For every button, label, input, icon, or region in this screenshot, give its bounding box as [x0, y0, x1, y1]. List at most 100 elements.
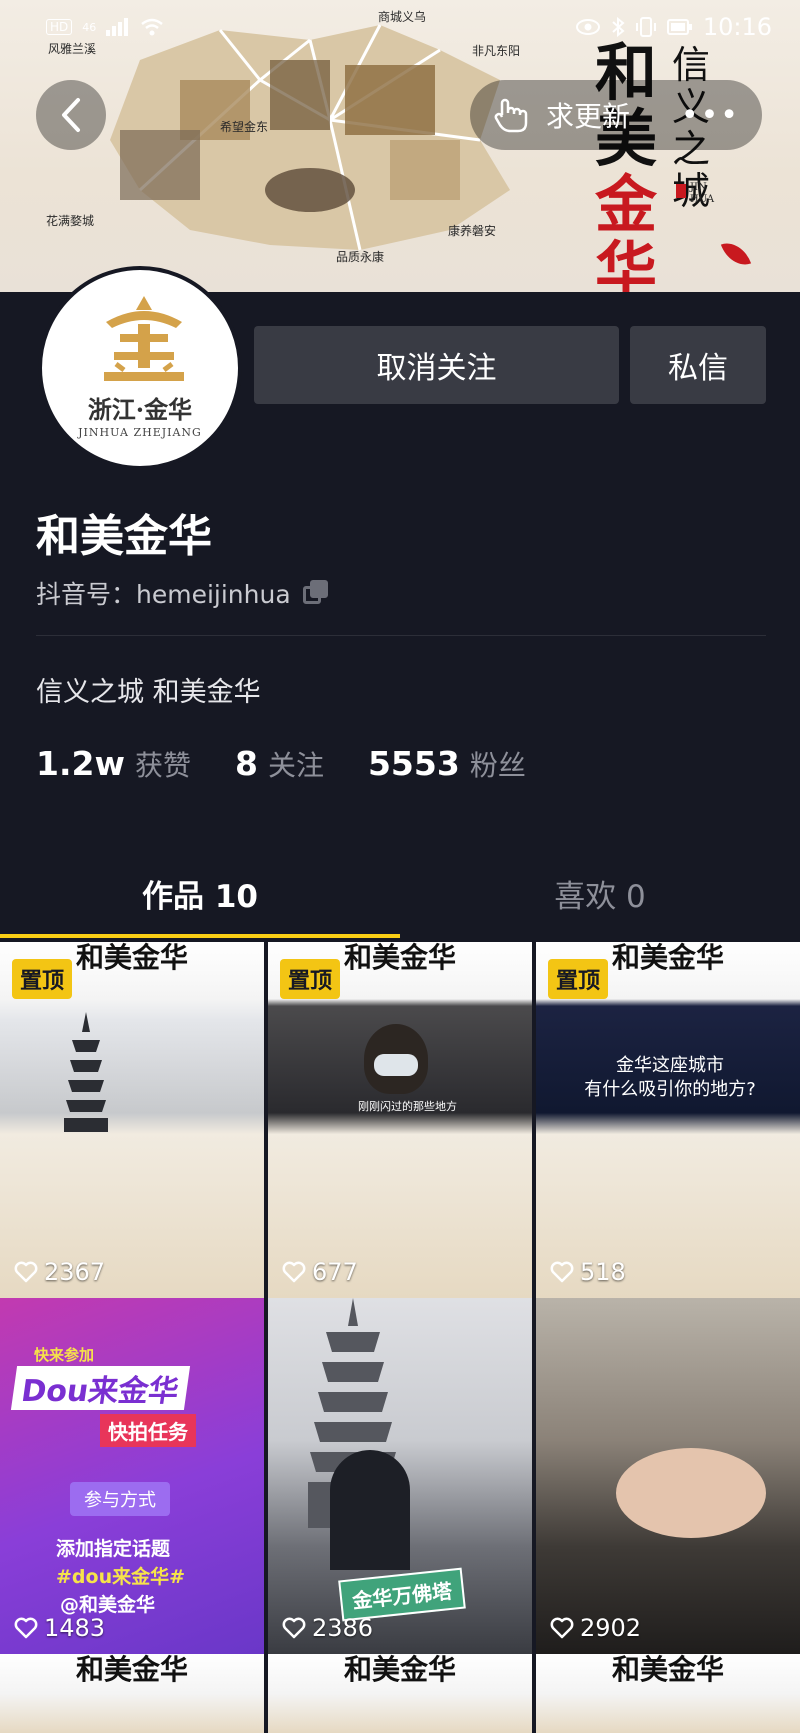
- avatar-title: 浙江·金华: [87, 395, 193, 424]
- mask-illustration: [374, 1054, 418, 1076]
- video-caption: 刚刚闪过的那些地方: [358, 1100, 457, 1113]
- like-count: 1483: [14, 1614, 105, 1642]
- tab-indicator: [0, 934, 400, 938]
- stat-label: 关注: [267, 749, 324, 782]
- stat-value: 5553: [367, 744, 460, 783]
- chevron-left-icon: [62, 98, 80, 132]
- video-tile[interactable]: 金华万佛塔 2386: [268, 1298, 532, 1654]
- douyin-id-text: 抖音号：hemeijinhua: [36, 580, 291, 609]
- like-count-value: 1483: [44, 1614, 106, 1642]
- like-count: 2902: [550, 1614, 641, 1642]
- signal-icon: [106, 18, 129, 36]
- like-count: 2367: [14, 1258, 105, 1286]
- network-indicator: 46: [82, 20, 97, 34]
- more-options-button[interactable]: •••: [681, 98, 740, 133]
- stat-label: 粉丝: [469, 749, 526, 782]
- video-headline-text: 和美金华: [611, 942, 724, 974]
- like-count: 2386: [282, 1614, 373, 1642]
- video-tile[interactable]: 2902: [536, 1298, 800, 1654]
- clock: 10:16: [702, 13, 772, 41]
- heart-icon: [282, 1617, 306, 1639]
- unfollow-button[interactable]: 取消关注: [254, 326, 619, 404]
- video-tile[interactable]: 和美金华 金华这座城市 有什么吸引你的地方? 置顶 518: [536, 942, 800, 1298]
- battery-icon: [666, 19, 692, 35]
- video-tile[interactable]: 和美金华 刚刚闪过的那些地方 置顶 677: [268, 942, 532, 1298]
- stat-likes: 1.2w 获赞: [36, 744, 191, 784]
- stat-value: 8: [234, 744, 258, 783]
- pinned-badge: 置顶: [280, 959, 341, 999]
- person-illustration: [330, 1450, 410, 1570]
- avatar-subtitle: JINHUA ZHEJIANG: [78, 426, 202, 439]
- divider: [36, 635, 766, 636]
- promo-subtitle: 快拍任务: [100, 1414, 196, 1447]
- video-overlay-text: 金华这座城市 有什么吸引你的地方?: [584, 1055, 756, 1100]
- city-label-jindong: 希望金东: [220, 120, 269, 134]
- promo-how: 参与方式: [70, 1482, 170, 1516]
- video-tile[interactable]: 和美金华 置顶 2367: [0, 942, 264, 1298]
- request-update-button[interactable]: 求更新: [546, 95, 630, 135]
- video-headline: 和美金华: [75, 1654, 188, 1686]
- copy-icon[interactable]: [302, 580, 329, 606]
- pinned-badge: 置顶: [548, 959, 609, 999]
- video-tile[interactable]: 和美金华: [536, 1654, 800, 1733]
- like-count: 677: [282, 1258, 358, 1286]
- video-headline-text: 和美金华: [75, 942, 188, 974]
- heart-icon: [282, 1261, 306, 1283]
- video-headline: 和美金华: [343, 1654, 456, 1686]
- video-headline-text: 和美金华: [343, 942, 456, 974]
- city-label-yongkang: 品质永康: [336, 250, 385, 264]
- profile-tabs: 作品 10 喜欢 0: [0, 862, 800, 938]
- promo-step3: @和美金华: [60, 1594, 156, 1616]
- profile-name: 和美金华: [36, 511, 212, 562]
- hand-pointer-icon[interactable]: [492, 95, 532, 135]
- leaf-icon: [720, 237, 752, 271]
- hd-indicator: HD: [46, 19, 73, 35]
- pagoda-illustration: [64, 1012, 108, 1132]
- vibrate-icon: [635, 17, 656, 37]
- stat-value: 1.2w: [36, 744, 125, 783]
- tab-likes[interactable]: 喜欢 0: [400, 862, 800, 938]
- promo-step2: #dou来金华#: [56, 1566, 186, 1588]
- city-label-wucheng: 花满婺城: [46, 214, 95, 228]
- status-bar: HD 46 10:16: [0, 0, 800, 54]
- like-count-value: 518: [580, 1258, 626, 1286]
- like-count-value: 677: [312, 1258, 358, 1286]
- promo-step1: 添加指定话题: [56, 1538, 171, 1560]
- douyin-id: 抖音号：hemeijinhua: [36, 575, 329, 611]
- heart-icon: [550, 1261, 574, 1283]
- heart-icon: [550, 1617, 574, 1639]
- bluetooth-icon: [612, 17, 625, 37]
- message-button[interactable]: 私信: [630, 326, 766, 404]
- banner-jinhua-en: JIN HUA: [690, 182, 715, 205]
- promo-title: Dou来金华: [10, 1366, 190, 1410]
- like-count: 518: [550, 1258, 626, 1286]
- like-count-value: 2386: [312, 1614, 374, 1642]
- video-tile[interactable]: 快来参加 Dou来金华 快拍任务 参与方式 添加指定话题 #dou来金华# @和…: [0, 1298, 264, 1654]
- jinhua-logo-icon: [104, 296, 184, 381]
- pinned-badge: 置顶: [12, 959, 73, 999]
- stat-followers[interactable]: 5553 粉丝: [368, 744, 526, 784]
- like-count-value: 2367: [44, 1258, 106, 1286]
- video-tile[interactable]: 和美金华: [0, 1654, 264, 1733]
- stat-label: 获赞: [134, 749, 191, 782]
- top-action-pill: 求更新 •••: [470, 80, 762, 150]
- back-button[interactable]: [36, 80, 106, 150]
- banner-title-line2: 金华: [595, 168, 658, 293]
- video-headline: 和美金华: [611, 1654, 724, 1686]
- banner-title: 和美 金华: [595, 40, 675, 293]
- avatar[interactable]: 浙江·金华 JINHUA ZHEJIANG: [38, 266, 242, 470]
- profile-stats: 1.2w 获赞 8 关注 5553 粉丝: [36, 744, 570, 784]
- eye-icon: [575, 19, 600, 35]
- tab-works[interactable]: 作品 10: [0, 862, 400, 938]
- seal-icon: [676, 184, 686, 198]
- stat-following[interactable]: 8 关注: [235, 744, 324, 784]
- person-illustration: [616, 1448, 766, 1538]
- heart-icon: [14, 1617, 38, 1639]
- like-count-value: 2902: [580, 1614, 642, 1642]
- promo-tag: 快来参加: [34, 1346, 95, 1364]
- wifi-icon: [141, 18, 164, 36]
- profile-bio: 信义之城 和美金华: [36, 677, 261, 708]
- video-tile[interactable]: 和美金华: [268, 1654, 532, 1733]
- heart-icon: [14, 1261, 38, 1283]
- city-label-panan: 康养磐安: [448, 224, 497, 238]
